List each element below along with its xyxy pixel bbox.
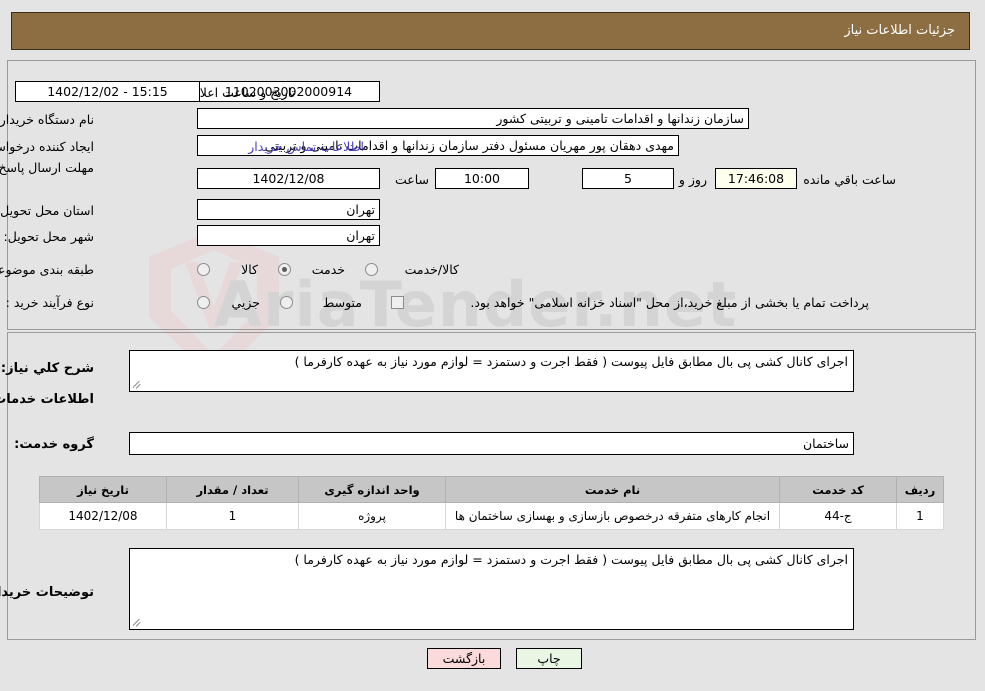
buyer-notes-textarea[interactable]: اجرای کانال کشی پی بال مطابق فایل پیوست …: [130, 548, 855, 630]
deadline-days-label: روز و: [679, 172, 708, 187]
col-name: نام خدمت: [446, 476, 781, 503]
deadline-time-field[interactable]: 10:00: [436, 168, 530, 189]
deadline-time-label: ساعت: [395, 172, 430, 187]
table-row: 1 ج-44 انجام کارهای متفرقه درخصوص بازساز…: [40, 502, 945, 530]
resize-grip-icon: [133, 378, 145, 390]
services-table: ردیف کد خدمت نام خدمت واحد اندازه گیری ت…: [40, 476, 945, 530]
buyer-org-field[interactable]: سازمان زندانها و اقدامات تامینی و تربیتی…: [198, 108, 750, 129]
buyer-contact-link[interactable]: اطلاعات تماس خریدار: [249, 139, 365, 154]
deadline-remaining-label: ساعت باقي مانده: [804, 172, 897, 187]
requester-label: ایجاد کننده درخواست:: [0, 139, 95, 154]
table-header-row: ردیف کد خدمت نام خدمت واحد اندازه گیری ت…: [40, 476, 945, 503]
process-option-motavasset-label: متوسط: [323, 295, 363, 310]
city-field[interactable]: تهران: [198, 225, 381, 246]
deadline-label: مهلت ارسال پاسخ: تا تاریخ:: [0, 160, 95, 175]
cell-name: انجام کارهای متفرقه درخصوص بازسازی و بهس…: [446, 502, 781, 530]
col-index: ردیف: [897, 476, 945, 503]
general-desc-value: اجرای کانال کشی پی بال مطابق فایل پیوست …: [295, 354, 849, 369]
page-title: جزئیات اطلاعات نیاز: [845, 23, 956, 38]
cell-unit: پروژه: [299, 502, 447, 530]
col-code: کد خدمت: [780, 476, 898, 503]
process-radio-motavasset[interactable]: [281, 296, 294, 309]
public-announce-field[interactable]: 15:15 - 1402/12/02: [16, 81, 201, 102]
category-option-kala-khedmat-label: کالا/خدمت: [405, 262, 460, 277]
islamic-treasury-checkbox[interactable]: [392, 296, 405, 309]
process-radio-jozyi[interactable]: [198, 296, 211, 309]
services-table-wrap: ردیف کد خدمت نام خدمت واحد اندازه گیری ت…: [40, 476, 945, 530]
col-qty: تعداد / مقدار: [167, 476, 300, 503]
deadline-countdown-field: 17:46:08: [716, 168, 798, 189]
buyer-notes-value: اجرای کانال کشی پی بال مطابق فایل پیوست …: [295, 552, 849, 567]
category-radio-kala[interactable]: [198, 263, 211, 276]
service-group-label: گروه خدمت:: [15, 437, 95, 452]
cell-code: ج-44: [780, 502, 898, 530]
process-option-jozyi-label: جزیي: [232, 295, 261, 310]
buyer-org-label: نام دستگاه خریدار:: [0, 112, 95, 127]
process-type-label: نوع فرآیند خرید :: [6, 295, 95, 310]
province-field[interactable]: تهران: [198, 199, 381, 220]
category-radio-khedmat[interactable]: [279, 263, 292, 276]
category-option-khedmat-label: خدمت: [312, 262, 346, 277]
cell-index: 1: [897, 502, 945, 530]
cell-date: 1402/12/08: [40, 502, 168, 530]
city-label: شهر محل تحویل:: [4, 229, 95, 244]
general-desc-textarea[interactable]: اجرای کانال کشی پی بال مطابق فایل پیوست …: [130, 350, 855, 392]
services-heading: اطلاعات خدمات مورد نیاز: [0, 392, 95, 407]
deadline-date-field[interactable]: 1402/12/08: [198, 168, 381, 189]
category-radio-kala-khedmat[interactable]: [366, 263, 379, 276]
resize-grip-icon: [133, 616, 145, 628]
col-unit: واحد اندازه گیری: [299, 476, 447, 503]
general-desc-label: شرح كلي نياز:: [1, 361, 95, 376]
islamic-treasury-note: پرداخت تمام یا بخشی از مبلغ خرید،از محل …: [471, 295, 870, 310]
province-label: استان محل تحویل:: [0, 203, 95, 218]
cell-qty: 1: [167, 502, 300, 530]
service-group-field[interactable]: ساختمان: [130, 432, 855, 455]
back-button[interactable]: بازگشت: [428, 648, 502, 669]
print-button[interactable]: چاپ: [517, 648, 583, 669]
col-date: تاریخ نیاز: [40, 476, 168, 503]
category-label: طبقه بندی موضوعی:: [0, 262, 95, 277]
category-option-kala-label: کالا: [242, 262, 259, 277]
buyer-notes-label: توضیحات خریدار:: [0, 585, 95, 600]
deadline-days-field[interactable]: 5: [583, 168, 675, 189]
page-header-bar: جزئیات اطلاعات نیاز: [12, 12, 971, 50]
